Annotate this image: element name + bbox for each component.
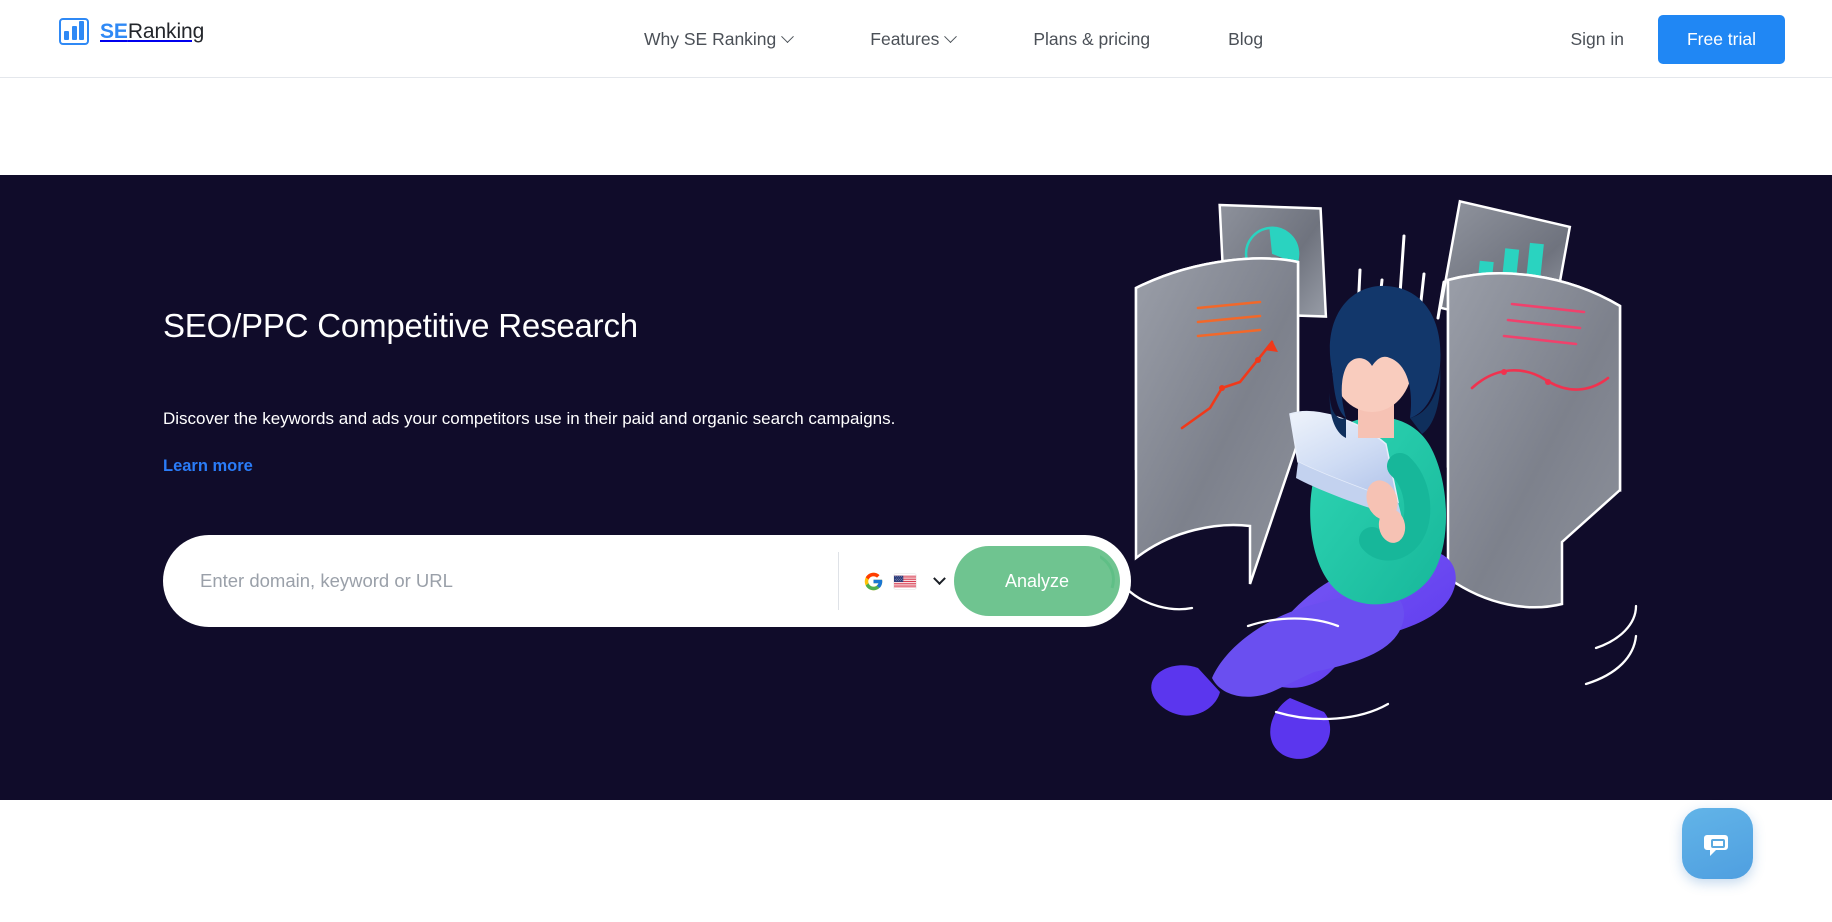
woman-with-laptop-and-charts-illustration [1100,199,1638,759]
search-bar: Analyze [163,535,1131,627]
logo-text-ranking: Ranking [127,19,205,43]
nav-item-features[interactable]: Features [831,0,994,78]
sign-in-link[interactable]: Sign in [1536,29,1658,50]
chevron-down-icon [781,29,795,43]
main-navigation: Why SE Ranking Features Plans & pricing … [605,0,1302,78]
free-trial-button[interactable]: Free trial [1657,14,1785,64]
nav-label: Features [870,29,940,49]
chat-widget-button[interactable] [1682,808,1753,879]
nav-label: Plans & pricing [1033,29,1151,49]
nav-item-plans-pricing[interactable]: Plans & pricing [994,0,1189,78]
analyze-button[interactable]: Analyze [954,546,1120,616]
chat-bubble-icon [1703,834,1728,856]
nav-label: Why SE Ranking [644,29,777,49]
page-title: SEO/PPC Competitive Research [163,307,638,344]
chevron-down-icon [944,29,958,43]
hero-section: SEO/PPC Competitive Research Discover th… [0,175,1832,800]
nav-label: Blog [1228,29,1264,49]
google-icon [864,572,883,590]
logo-text-se: SE [100,19,128,43]
logo-link[interactable]: SERanking [59,18,204,45]
learn-more-link[interactable]: Learn more [163,457,253,476]
hero-subtitle: Discover the keywords and ads your compe… [163,409,896,428]
nav-item-blog[interactable]: Blog [1189,0,1302,78]
us-flag-icon [894,575,916,587]
site-header: SERanking Why SE Ranking Features Plans … [0,0,1832,78]
search-engine-selector[interactable] [838,552,954,610]
logo-text: SERanking [100,20,204,44]
search-input[interactable] [163,535,838,627]
bar-chart-logo-icon [59,18,89,45]
header-actions: Sign in Free trial [1536,0,1785,78]
nav-item-why-se-ranking[interactable]: Why SE Ranking [605,0,831,78]
chevron-down-icon [933,571,946,585]
